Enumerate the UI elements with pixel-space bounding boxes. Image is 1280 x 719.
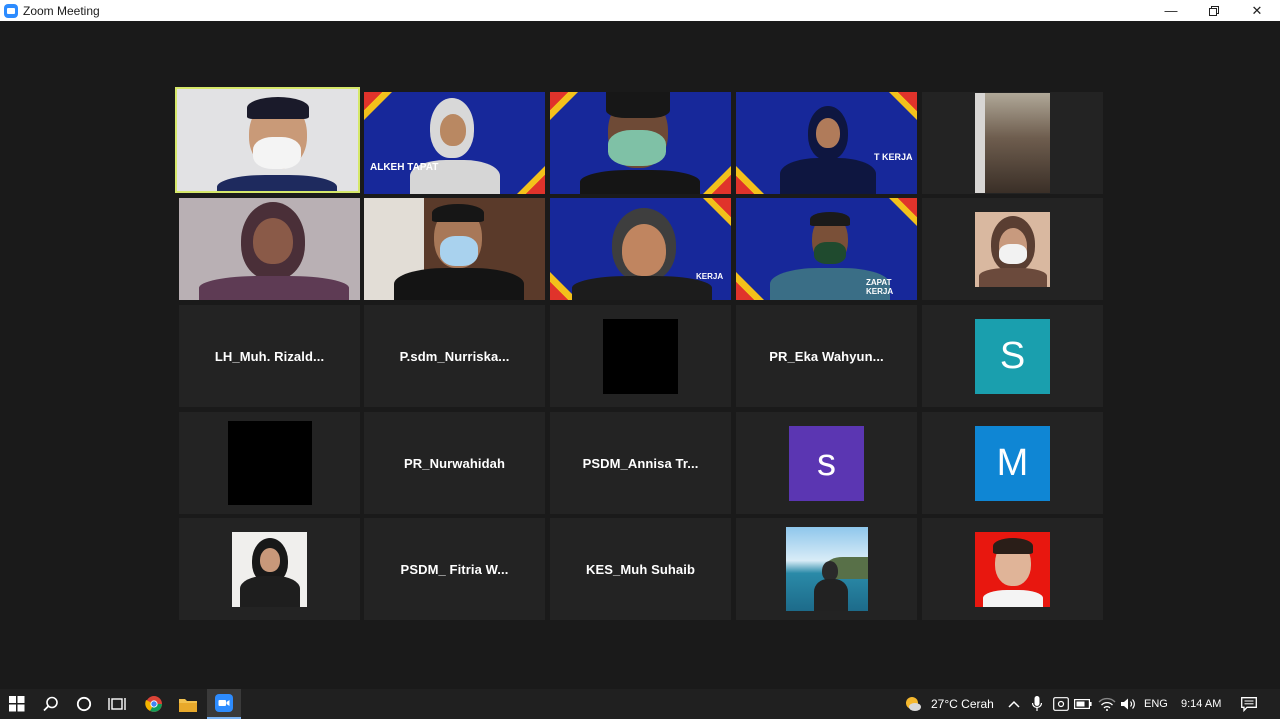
task-view-icon[interactable] — [100, 689, 134, 719]
participant-tile[interactable]: PR_Eka Wahyun... — [736, 305, 917, 407]
window-title: Zoom Meeting — [23, 3, 100, 18]
profile-picture-black — [603, 318, 678, 394]
avatar-letter: M — [996, 441, 1029, 484]
clock[interactable]: 9:14 AM — [1181, 689, 1221, 719]
participant-photo — [975, 211, 1050, 287]
participant-tile[interactable]: PSDM_ Fitria W... — [364, 518, 545, 620]
participant-name: PSDM_Annisa Tr... — [582, 455, 699, 471]
taskbar: 27°C Cerah ENG 9:14 AM — [0, 689, 1280, 719]
participant-tile[interactable]: PSDM_Annisa Tr... — [550, 412, 731, 514]
participant-video — [179, 198, 360, 300]
participant-tile[interactable]: P.sdm_Nurriska... — [364, 305, 545, 407]
participant-video: ALKEH TAPAT — [364, 92, 545, 194]
participant-photo — [232, 531, 307, 607]
participant-video: ZAPAT KERJA — [736, 198, 917, 300]
video-tile[interactable] — [922, 92, 1103, 194]
participant-video: KERJA — [550, 198, 731, 300]
volume-icon[interactable] — [1117, 689, 1141, 719]
participant-name: KES_Muh Suhaib — [585, 561, 696, 577]
participant-video: T KERJA — [736, 92, 917, 194]
weather-icon[interactable] — [896, 689, 930, 719]
participant-name: PR_Eka Wahyun... — [769, 348, 884, 364]
video-tile[interactable]: KERJA — [550, 198, 731, 300]
participant-name: PSDM_ Fitria W... — [400, 561, 509, 577]
battery-icon[interactable] — [1071, 689, 1095, 719]
video-tile[interactable]: T KERJA — [736, 92, 917, 194]
meet-now-icon[interactable] — [1049, 689, 1073, 719]
search-icon[interactable] — [34, 689, 68, 719]
video-tile[interactable] — [179, 198, 360, 300]
chrome-icon[interactable] — [137, 689, 171, 719]
participant-photo — [785, 527, 868, 611]
video-tile[interactable] — [550, 92, 731, 194]
participant-video — [177, 89, 358, 191]
participant-name: PR_Nurwahidah — [404, 455, 505, 471]
notifications-icon[interactable] — [1232, 689, 1266, 719]
title-bar: Zoom Meeting — ✕ — [0, 0, 1280, 21]
minimize-icon[interactable]: — — [1150, 0, 1192, 21]
participant-tile[interactable] — [550, 305, 731, 407]
gallery-view: ALKEH TAPAT T KERJA KERJA ZAPAT KERJA LH… — [0, 21, 1280, 689]
profile-picture-black — [227, 421, 312, 505]
zoom-taskbar-icon[interactable] — [207, 689, 241, 719]
participant-photo — [975, 531, 1050, 607]
weather-text[interactable]: 27°C Cerah — [931, 689, 994, 719]
participant-video — [364, 198, 545, 300]
participant-photo — [975, 93, 1050, 193]
language-indicator[interactable]: ENG — [1144, 689, 1168, 719]
wifi-icon[interactable] — [1095, 689, 1119, 719]
video-tile[interactable] — [364, 198, 545, 300]
participant-tile[interactable] — [736, 518, 917, 620]
zoom-app-icon — [4, 3, 18, 18]
participant-tile[interactable]: PR_Nurwahidah — [364, 412, 545, 514]
avatar-letter: s — [817, 441, 836, 484]
avatar: S — [975, 318, 1050, 394]
participant-tile[interactable]: KES_Muh Suhaib — [550, 518, 731, 620]
participant-tile[interactable] — [179, 518, 360, 620]
windows-start-icon[interactable] — [0, 689, 34, 719]
participant-tile[interactable]: M — [922, 412, 1103, 514]
video-tile[interactable]: ZAPAT KERJA — [736, 198, 917, 300]
participant-video — [550, 92, 731, 194]
participant-tile[interactable]: s — [736, 412, 917, 514]
participant-tile[interactable] — [179, 412, 360, 514]
participant-name: P.sdm_Nurriska... — [399, 348, 510, 364]
restore-icon[interactable] — [1193, 0, 1235, 21]
video-tile[interactable] — [922, 198, 1103, 300]
avatar: s — [789, 425, 864, 501]
cortana-icon[interactable] — [67, 689, 101, 719]
close-icon[interactable]: ✕ — [1236, 0, 1278, 21]
avatar-letter: S — [999, 334, 1026, 377]
video-tile[interactable]: ALKEH TAPAT — [364, 92, 545, 194]
participant-tile[interactable] — [922, 518, 1103, 620]
participant-tile[interactable]: LH_Muh. Rizald... — [179, 305, 360, 407]
file-explorer-icon[interactable] — [171, 689, 205, 719]
video-tile-active-speaker[interactable] — [175, 87, 360, 193]
microphone-icon[interactable] — [1025, 689, 1049, 719]
participant-tile[interactable]: S — [922, 305, 1103, 407]
avatar: M — [975, 425, 1050, 501]
participant-name: LH_Muh. Rizald... — [214, 348, 325, 364]
